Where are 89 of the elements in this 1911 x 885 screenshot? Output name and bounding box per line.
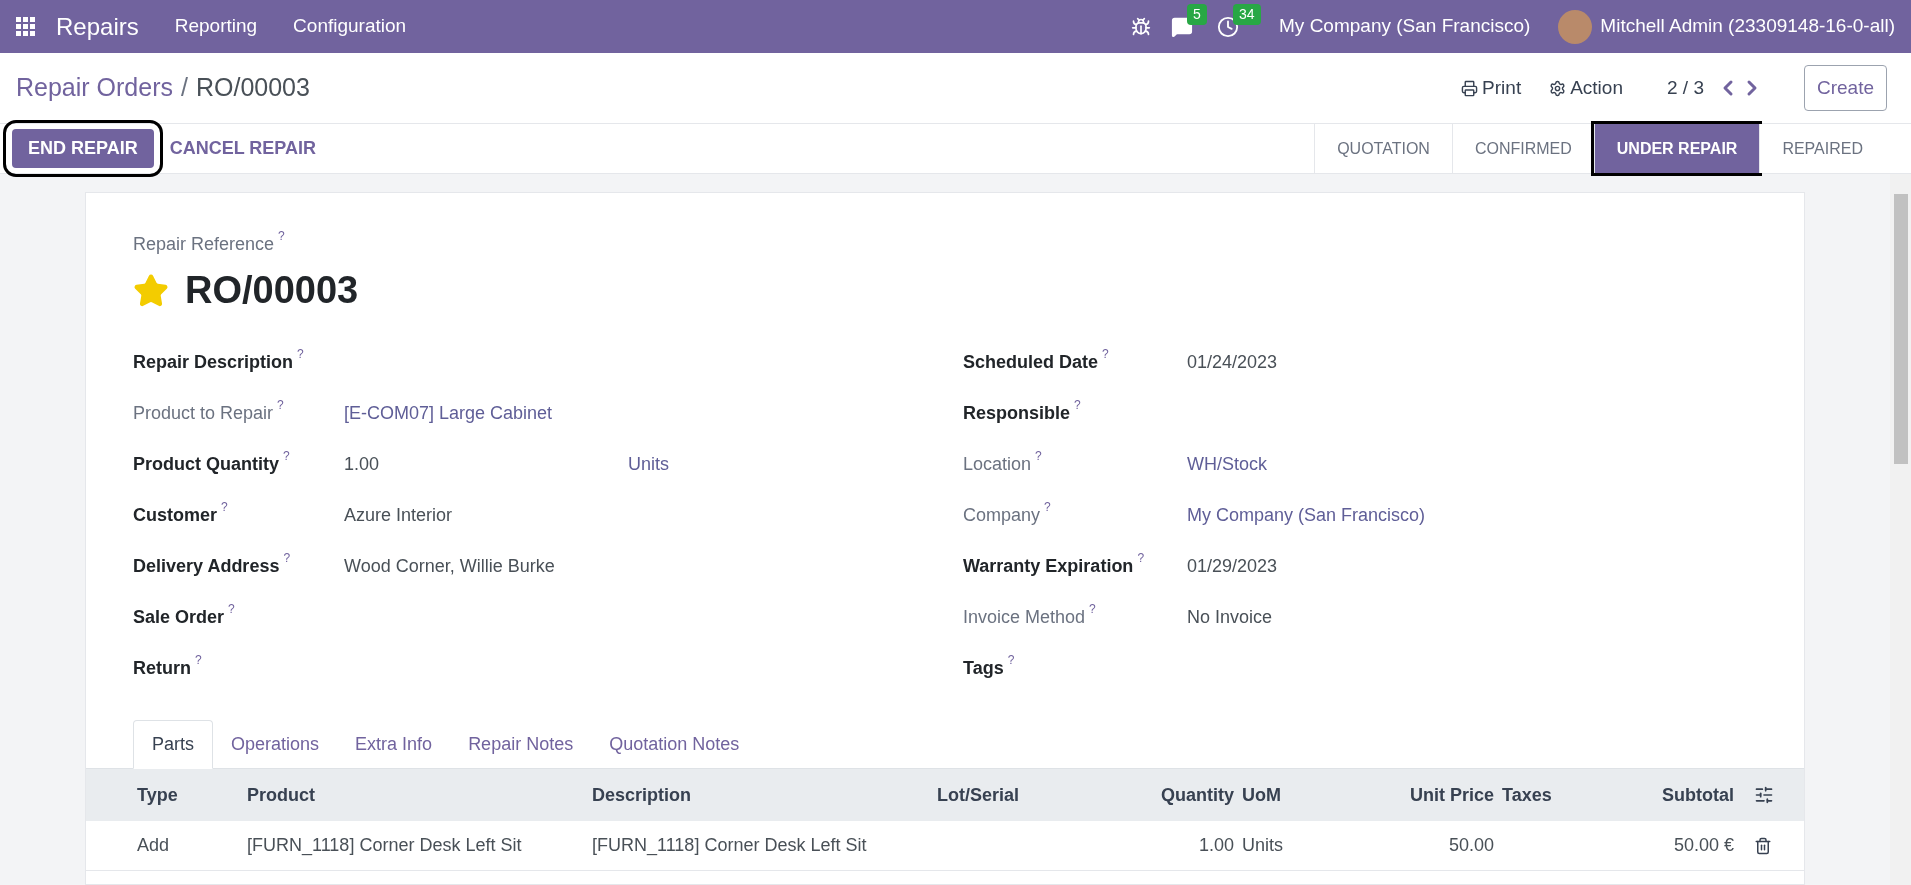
user-menu[interactable]: Mitchell Admin (23309148-16-0-all) — [1600, 12, 1895, 41]
breadcrumb-current: RO/00003 — [195, 72, 310, 104]
field-link[interactable]: WH/Stock — [1183, 451, 1471, 478]
help-mark[interactable]: ? — [1007, 651, 1015, 669]
field-label: Delivery Address — [133, 555, 280, 578]
field-value: 1.00 — [343, 453, 381, 476]
pager-value: 2 / 3 — [1667, 75, 1704, 100]
field-label: Product Quantity — [133, 453, 279, 476]
field-value: Wood Corner, Willie Burke — [343, 555, 556, 578]
app-title[interactable]: Repairs — [56, 8, 139, 45]
field-label: Product to Repair — [133, 402, 274, 425]
field-link[interactable]: My Company (San Francisco) — [1183, 502, 1471, 529]
help-mark[interactable]: ? — [195, 651, 202, 669]
star-icon[interactable] — [133, 272, 169, 309]
form-tab[interactable]: Quotation Notes — [591, 720, 758, 768]
print-button[interactable]: Print — [1461, 73, 1522, 103]
form-tab[interactable]: Extra Info — [337, 720, 451, 768]
help-mark[interactable]: ? — [297, 345, 304, 363]
menu-item[interactable]: Configuration — [293, 12, 407, 41]
help-mark[interactable]: ? — [283, 549, 291, 567]
table-cell: [FURN_1118] Corner Desk Left Sit — [247, 835, 522, 855]
cancel-repair-button[interactable]: CANCEL REPAIR — [161, 135, 325, 162]
field-label: Scheduled Date — [963, 351, 1099, 374]
help-mark[interactable]: ? — [221, 498, 228, 516]
column-header[interactable]: Type — [133, 781, 243, 809]
field-link[interactable]: Units — [628, 451, 669, 478]
field-label: Return — [133, 657, 191, 680]
help-mark[interactable]: ? — [1044, 498, 1051, 516]
table-cell: Add — [137, 835, 170, 855]
help-mark[interactable]: ? — [277, 396, 284, 414]
field-label: Tags — [963, 657, 1004, 680]
gear-icon — [1549, 79, 1567, 97]
record-title: RO/00003 — [185, 268, 359, 313]
breadcrumb-separator: / — [181, 72, 188, 104]
field-label: Invoice Method — [963, 606, 1086, 629]
apps-menu-icon[interactable] — [16, 16, 36, 37]
field-value: 01/29/2023 — [1186, 555, 1279, 578]
help-mark[interactable]: ? — [1137, 549, 1145, 567]
column-header[interactable]: Subtotal — [1563, 781, 1738, 809]
column-header[interactable]: Unit Price — [1338, 781, 1498, 809]
help-mark[interactable]: ? — [1035, 447, 1042, 465]
column-header[interactable]: Lot/Serial — [933, 781, 1078, 809]
debug-icon[interactable] — [1131, 16, 1152, 37]
help-mark[interactable]: ? — [1074, 396, 1081, 414]
help-mark[interactable]: ? — [1102, 345, 1109, 363]
help-mark[interactable]: ? — [283, 447, 290, 465]
table-cell: 1.00 — [1198, 835, 1234, 855]
field-label: Repair Description — [133, 351, 294, 374]
company-switcher[interactable]: My Company (San Francisco) — [1279, 12, 1531, 41]
field-label: Customer — [133, 504, 217, 527]
chat-icon[interactable] — [1171, 15, 1194, 38]
column-header[interactable]: UoM — [1238, 781, 1338, 809]
printer-icon — [1461, 79, 1479, 97]
form-tab[interactable]: Operations — [213, 720, 338, 768]
message-count-badge: 5 — [1187, 3, 1207, 25]
help-mark[interactable]: ? — [278, 227, 285, 245]
field-label: Repair Reference — [133, 233, 275, 256]
form-tab[interactable]: Repair Notes — [450, 720, 592, 768]
create-button[interactable]: Create — [1803, 64, 1887, 112]
field-label: Responsible — [963, 402, 1071, 425]
field-value: 01/24/2023 — [1186, 351, 1279, 374]
column-header[interactable]: Description — [588, 781, 933, 809]
field-link[interactable]: [E-COM07] Large Cabinet — [340, 400, 628, 427]
field-label: Sale Order — [133, 606, 225, 629]
table-cell: Units — [1242, 835, 1283, 855]
form-tab[interactable]: Parts — [133, 720, 213, 769]
column-header[interactable]: Quantity — [1078, 781, 1238, 809]
menu-item[interactable]: Reporting — [174, 12, 258, 41]
field-value: No Invoice — [1186, 606, 1274, 629]
status-stage[interactable]: CONFIRMED — [1451, 124, 1594, 173]
column-header[interactable]: Taxes — [1498, 781, 1563, 809]
status-stage[interactable]: UNDER REPAIR — [1593, 124, 1760, 173]
field-label: Location — [963, 453, 1032, 476]
action-button[interactable]: Action — [1549, 73, 1623, 103]
field-value: Azure Interior — [343, 504, 454, 527]
column-header[interactable]: Product — [243, 781, 588, 809]
help-mark[interactable]: ? — [1089, 600, 1096, 618]
table-cell: 50.00 € — [1673, 835, 1734, 855]
column-settings-icon[interactable] — [1754, 785, 1774, 805]
delete-icon[interactable] — [1754, 836, 1772, 855]
field-label: Company — [963, 504, 1041, 527]
scrollbar[interactable] — [1890, 174, 1911, 885]
table-cell: 50.00 — [1448, 835, 1494, 855]
help-mark[interactable]: ? — [228, 600, 235, 618]
table-cell: [FURN_1118] Corner Desk Left Sit — [592, 835, 867, 855]
breadcrumb-link[interactable]: Repair Orders — [16, 69, 173, 107]
clock-icon[interactable] — [1217, 15, 1240, 38]
field-label: Warranty Expiration — [963, 555, 1134, 578]
activity-count-badge: 34 — [1233, 3, 1261, 25]
